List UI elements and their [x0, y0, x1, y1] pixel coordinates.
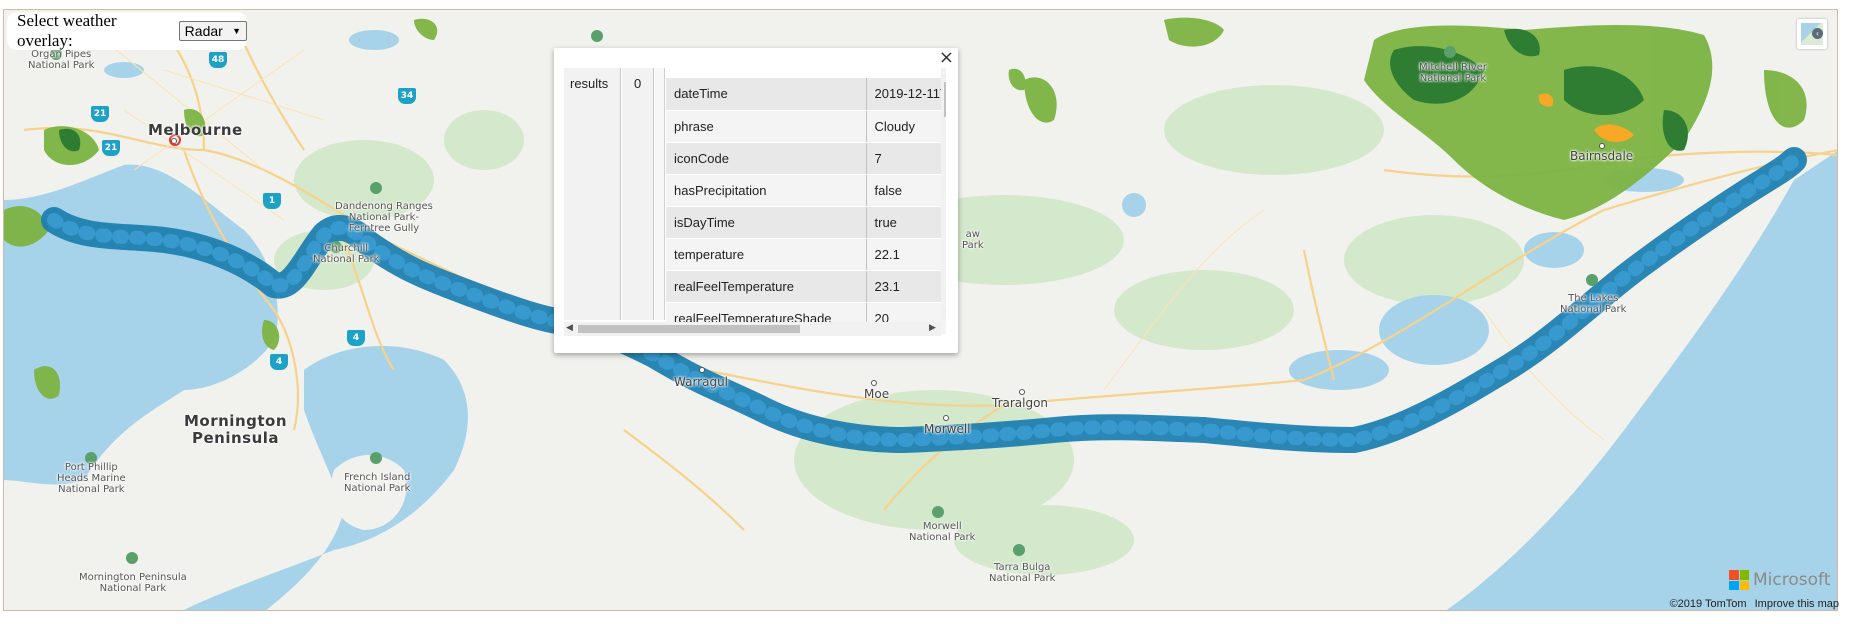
index-label: 0	[634, 76, 642, 91]
microsoft-wordmark: Microsoft	[1753, 570, 1831, 590]
row-key: temperature	[666, 238, 867, 271]
row-value: Cloudy	[866, 110, 946, 143]
row-key: phrase	[666, 110, 867, 143]
park-label-tarra-bulga: Tarra Bulga National Park	[989, 562, 1056, 584]
town-label-moe: Moe	[864, 387, 890, 401]
scroll-left-icon[interactable]: ◀	[566, 322, 573, 333]
city-label-mornington-peninsula: Mornington Peninsula	[184, 412, 288, 447]
route-shield: 21	[102, 140, 120, 156]
city-label-melbourne: Melbourne	[148, 121, 243, 139]
row-value: 2019-12-11T0	[866, 78, 946, 111]
town-label-warragul: Warragul	[674, 375, 729, 389]
vertical-scrollbar[interactable]: ▲ ▼	[941, 68, 946, 320]
row-value: 22.1	[866, 238, 946, 271]
map-attribution: ©2019 TomTom Improve this map	[1670, 598, 1839, 610]
weather-overlay-selected: Radar	[184, 23, 223, 39]
route-shield: 4	[270, 354, 288, 370]
row-value: 7	[866, 142, 946, 175]
park-label-churchill: Churchill National Park	[313, 243, 380, 265]
results-label: results	[570, 76, 609, 91]
table-row: iconCode 7	[666, 142, 946, 175]
route-shield: 34	[398, 88, 416, 104]
weather-info-popup: × results 0 dateTime2019-12-11T0 phraseC…	[554, 48, 958, 353]
route-shield: 4	[347, 330, 365, 346]
scroll-down-icon[interactable]: ▼	[944, 308, 946, 317]
table-row: isDayTime true	[666, 206, 946, 239]
popup-content[interactable]: results 0 dateTime2019-12-11T0 phraseClo…	[564, 68, 946, 338]
row-value: true	[866, 206, 946, 239]
table-row: hasPrecipitation false	[666, 174, 946, 207]
map-style-button[interactable]: ‹	[1797, 19, 1827, 49]
table-row: temperature 22.1	[666, 238, 946, 271]
close-icon[interactable]: ×	[939, 49, 954, 67]
scroll-right-icon[interactable]: ▶	[929, 322, 936, 333]
park-label-french-island: French Island National Park	[344, 472, 411, 494]
results-table: dateTime2019-12-11T0 phraseCloudy iconCo…	[666, 78, 946, 335]
vertical-scroll-thumb[interactable]	[944, 82, 946, 117]
copyright-text: ©2019 TomTom	[1669, 598, 1747, 610]
park-label-morwell: Morwell National Park	[909, 521, 976, 543]
scroll-up-icon[interactable]: ▲	[944, 70, 946, 79]
table-row: dateTime2019-12-11T0	[666, 78, 946, 111]
town-label-morwell: Morwell	[924, 422, 971, 436]
chevron-down-icon: ▼	[232, 26, 241, 36]
microsoft-logo-icon	[1729, 570, 1749, 590]
route-shield: 21	[91, 106, 109, 122]
park-label-port-phillip: Port Phillip Heads Marine National Park	[57, 462, 126, 495]
route-shield: 48	[209, 52, 227, 68]
table-row: realFeelTemperature 23.1	[666, 270, 946, 303]
row-value: 23.1	[866, 270, 946, 303]
weather-overlay-select[interactable]: Radar ▼	[178, 21, 247, 41]
row-key: iconCode	[666, 142, 867, 175]
row-key: dateTime	[666, 78, 867, 111]
town-label-bairnsdale: Bairnsdale	[1570, 149, 1634, 163]
improve-map-link[interactable]: Improve this map	[1755, 598, 1839, 610]
route-shield: 1	[263, 193, 281, 209]
town-label-traralgon: Traralgon	[992, 396, 1049, 410]
microsoft-logo: Microsoft	[1729, 570, 1830, 590]
row-key: realFeelTemperature	[666, 270, 867, 303]
row-key: isDayTime	[666, 206, 867, 239]
park-label-the-lakes: The Lakes National Park	[1560, 293, 1627, 315]
park-label-mitchell-river: Mitchell River National Park	[1419, 62, 1487, 84]
weather-overlay-panel: Select weather overlay: Radar ▼	[7, 11, 247, 50]
park-label-organ-pipes: Organ Pipes National Park	[28, 49, 95, 71]
row-key: hasPrecipitation	[666, 174, 867, 207]
park-label-partial: aw Park	[962, 229, 984, 251]
index-key-cell: 0	[622, 68, 654, 320]
chevron-left-icon: ‹	[1812, 28, 1823, 39]
horizontal-scroll-thumb[interactable]	[578, 325, 800, 333]
weather-overlay-label: Select weather overlay:	[17, 11, 117, 50]
horizontal-scrollbar[interactable]: ◀ ▶	[564, 322, 941, 336]
table-row: phrase Cloudy	[666, 110, 946, 143]
table-gutter	[655, 68, 665, 320]
results-key-cell: results	[564, 68, 621, 320]
row-value: false	[866, 174, 946, 207]
park-label-dandenong: Dandenong Ranges National Park- Ferntree…	[335, 201, 433, 234]
park-label-mornington-peninsula: Mornington Peninsula National Park	[79, 572, 187, 594]
